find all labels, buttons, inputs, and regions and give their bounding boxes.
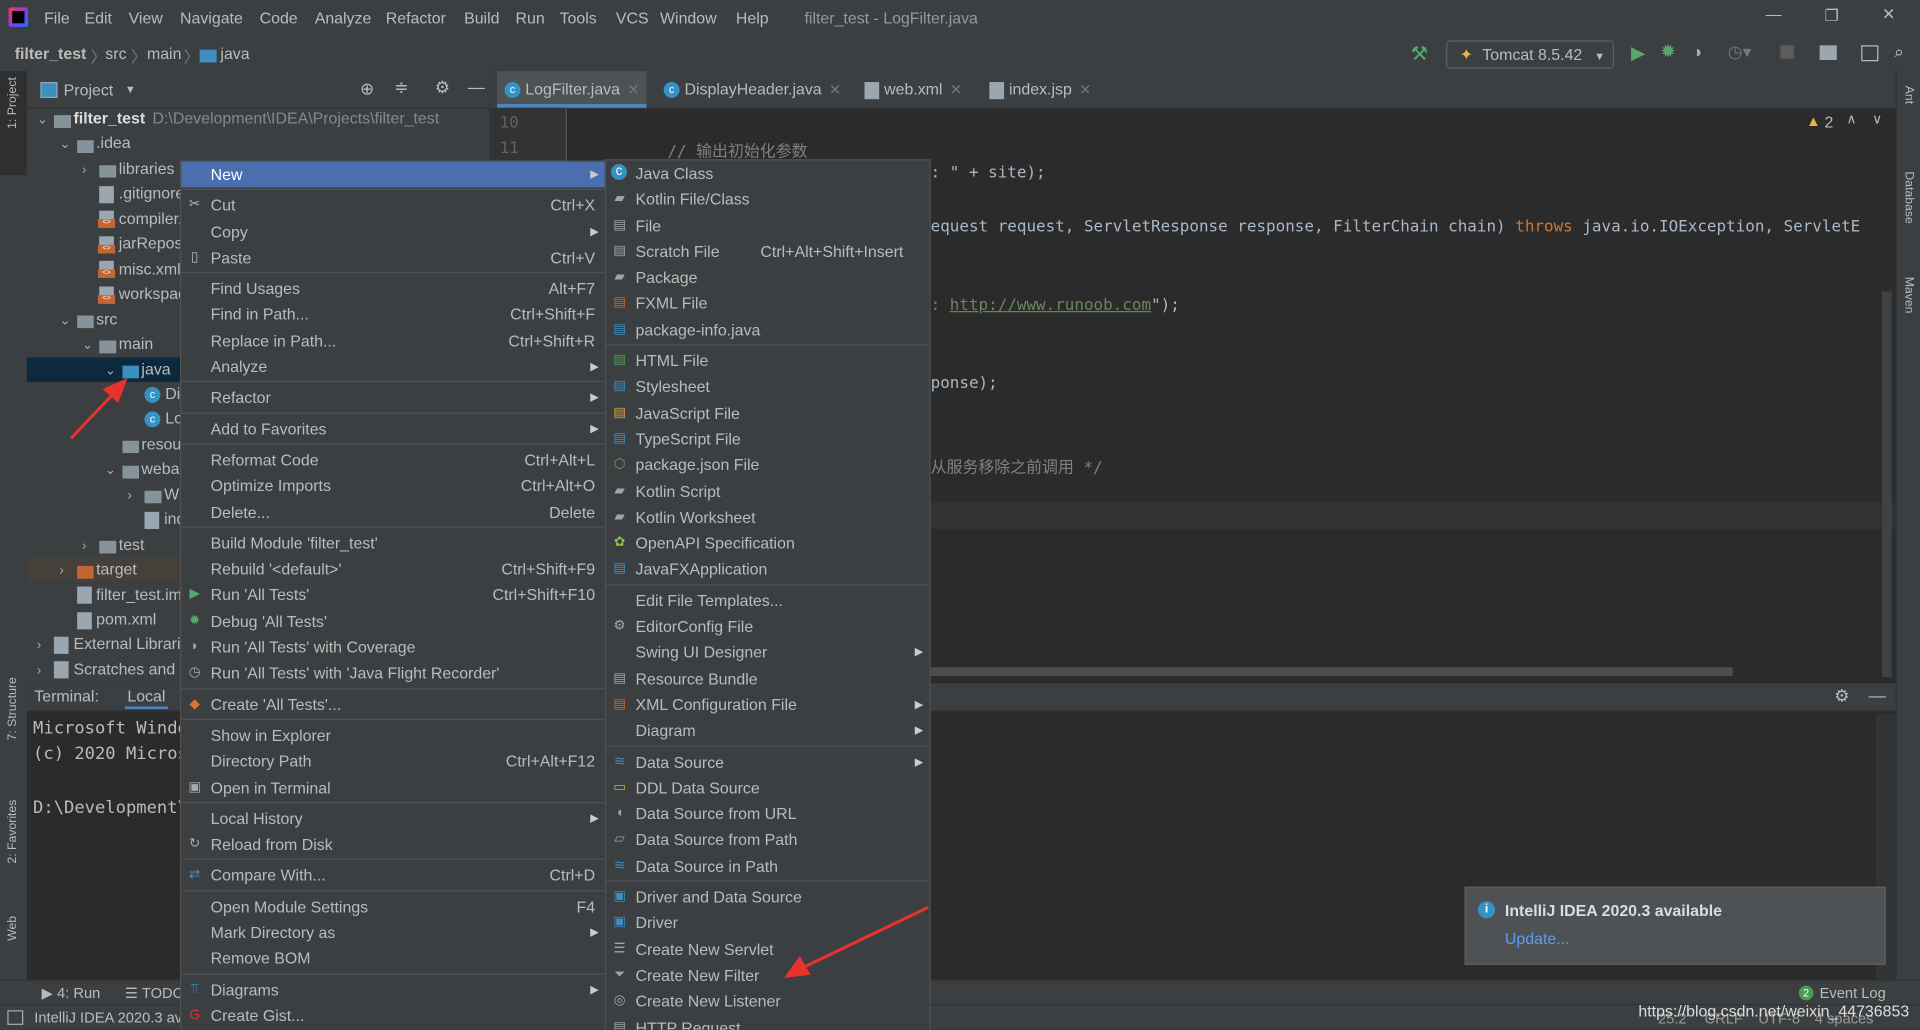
red-arrow-left — [69, 377, 128, 440]
annotation-arrows — [69, 377, 929, 978]
ide-window: File Edit View Navigate Code Analyze Refactor B… — [0, 0, 1920, 1030]
red-arrow-right — [784, 905, 929, 978]
